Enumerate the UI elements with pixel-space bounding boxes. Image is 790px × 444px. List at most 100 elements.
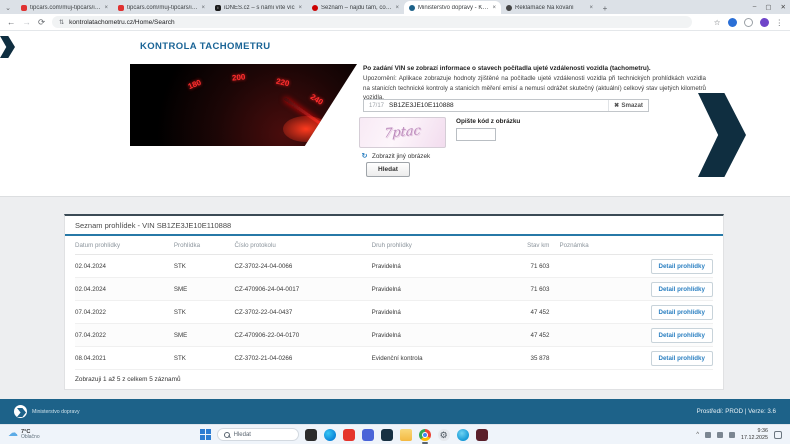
tab-reklamace[interactable]: Reklamace Na kování ×: [501, 1, 598, 14]
cell-type: Pravidelná: [371, 262, 401, 270]
maximize-button[interactable]: ▢: [765, 3, 771, 11]
address-bar[interactable]: ⇅ kontrolatachometru.cz/Home/Search: [52, 16, 693, 28]
detail-button[interactable]: Detail prohlídky: [650, 281, 713, 297]
results-table: Datum prohlídky Prohlídka Číslo protokol…: [65, 236, 723, 370]
captcha-input[interactable]: [456, 128, 496, 141]
tipcars-favicon: [21, 4, 27, 11]
extension-icon[interactable]: [727, 17, 737, 27]
cell-protocol: CZ-3702-22-04-0437: [234, 308, 293, 316]
tab-label: tipcars.com/muj-tipcars/inzer…: [30, 4, 102, 11]
tab-close-icon[interactable]: ×: [395, 5, 399, 11]
store-app-icon[interactable]: [380, 428, 393, 441]
battery-icon[interactable]: [729, 431, 736, 438]
tab-label: Reklamace Na kování: [515, 4, 574, 11]
cell-km: 71 603: [530, 285, 550, 293]
page-content: KONTROLA TACHOMETRU 180 200 220 240 260 …: [0, 31, 790, 400]
cell-date: 02.04.2024: [75, 285, 106, 293]
people-app-icon[interactable]: [361, 428, 374, 441]
cell-station: SME: [173, 331, 188, 339]
intro-block: Po zadání VIN se zobrazí informace o sta…: [363, 65, 706, 103]
cloud-icon: ☁: [8, 428, 18, 440]
tab-close-icon[interactable]: ×: [104, 5, 108, 11]
windows-start-icon[interactable]: [199, 429, 211, 440]
captcha-text: 7ptac: [383, 123, 422, 142]
tab-ministerstvo-active[interactable]: Ministerstvo dopravy - Kontro… ×: [404, 1, 501, 14]
app-icon-darkred[interactable]: [475, 428, 488, 441]
cell-type: Pravidelná: [371, 285, 401, 293]
taskbar-search[interactable]: Hledat: [216, 428, 299, 441]
search-icon: [223, 431, 230, 438]
search-placeholder: Hledat: [233, 431, 251, 438]
minimize-button[interactable]: –: [753, 3, 757, 10]
browser-app-icon[interactable]: [456, 428, 469, 441]
tab-close-icon[interactable]: ×: [201, 5, 205, 11]
cell-type: Pravidelná: [371, 331, 401, 339]
forward-icon[interactable]: →: [23, 17, 32, 27]
extensions-menu-icon[interactable]: [743, 17, 753, 27]
browser-tabstrip: ⌄ tipcars.com/muj-tipcars/inzer… × tipca…: [0, 0, 790, 14]
ministry-logo-text: Ministerstvo dopravy: [32, 408, 80, 415]
weather-desc: Oblačno: [21, 433, 40, 440]
notification-icon[interactable]: [774, 430, 782, 439]
vin-value: SB1ZE3JE10E110888: [389, 102, 454, 109]
tab-close-icon[interactable]: ×: [492, 5, 496, 11]
file-explorer-icon[interactable]: [399, 428, 412, 441]
vin-char-counter: 17/17: [369, 102, 385, 109]
back-icon[interactable]: ←: [7, 17, 16, 27]
settings-gear-icon[interactable]: ⚙: [437, 428, 450, 441]
tab-tipcars-2[interactable]: tipcars.com/muj-tipcars/inzer… ×: [113, 1, 210, 14]
volume-icon[interactable]: [717, 431, 724, 438]
weather-widget[interactable]: ☁ 7°C Oblačno: [8, 429, 40, 441]
edge-icon[interactable]: [323, 428, 336, 441]
tab-label: Ministerstvo dopravy - Kontro…: [418, 4, 490, 11]
cell-protocol: CZ-470906-24-04-0017: [234, 285, 300, 293]
mail-app-icon[interactable]: [342, 428, 355, 441]
detail-button[interactable]: Detail prohlídky: [650, 258, 713, 274]
refresh-captcha-link[interactable]: ↻ Zobrazit jiný obrázek: [360, 152, 431, 161]
tab-close-icon[interactable]: ×: [298, 5, 302, 11]
tab-idnes[interactable]: i iDNES.cz – s námi víte víc ×: [210, 1, 307, 14]
idnes-favicon: i: [215, 4, 221, 11]
table-header-row: Datum prohlídky Prohlídka Číslo protokol…: [75, 236, 713, 255]
detail-button[interactable]: Detail prohlídky: [650, 327, 713, 343]
clear-vin-button[interactable]: ✖ Smazat: [608, 100, 648, 111]
chrome-icon[interactable]: [418, 428, 431, 444]
tray-expand-icon[interactable]: ^: [696, 432, 699, 438]
site-info-icon[interactable]: ⇅: [59, 19, 64, 26]
col-type: Druh prohlídky: [371, 241, 412, 249]
cell-type: Pravidelná: [371, 308, 401, 316]
vin-input[interactable]: 17/17 SB1ZE3JE10E110888 ✖ Smazat: [363, 99, 649, 112]
tab-close-icon[interactable]: ×: [589, 5, 593, 11]
profile-avatar[interactable]: [759, 17, 769, 27]
cell-protocol: CZ-3702-21-04-0266: [234, 354, 293, 362]
close-window-button[interactable]: ✕: [781, 3, 786, 11]
network-icon[interactable]: [705, 431, 712, 438]
cell-km: 47 452: [530, 308, 550, 316]
search-button[interactable]: Hledat: [366, 162, 410, 177]
toolbar-right: ☆ ⋮: [714, 17, 784, 27]
app-icon-dark[interactable]: [304, 428, 317, 441]
table-row: 02.04.2024 STK CZ-3702-24-04-0066 Pravid…: [75, 255, 713, 278]
tab-search-icon[interactable]: ⌄: [0, 2, 16, 14]
dial-number: 260: [325, 115, 341, 132]
cell-date: 02.04.2024: [75, 262, 106, 270]
bookmark-star-icon[interactable]: ☆: [714, 18, 721, 27]
intro-bold-text: Po zadání VIN se zobrazí informace o sta…: [363, 65, 651, 72]
detail-button[interactable]: Detail prohlídky: [650, 350, 713, 366]
new-tab-button[interactable]: +: [598, 2, 612, 14]
tab-seznam[interactable]: Seznam – najdu tam, co nezn… ×: [307, 1, 404, 14]
taskbar-clock[interactable]: 9:36 17.12.2025: [741, 428, 768, 440]
reload-icon[interactable]: ⟳: [38, 17, 45, 28]
taskbar-center: Hledat ⚙: [199, 428, 488, 444]
col-station: Prohlídka: [173, 241, 201, 249]
clock-date: 17.12.2025: [741, 434, 768, 441]
windows-taskbar: ☁ 7°C Oblačno Hledat ⚙ ^ 9:36 17.12.2025: [0, 424, 790, 444]
detail-button[interactable]: Detail prohlídky: [650, 304, 713, 320]
dial-number: 220: [275, 76, 291, 89]
page-title: KONTROLA TACHOMETRU: [140, 41, 271, 52]
ministry-favicon: [409, 4, 415, 11]
cell-station: STK: [173, 308, 186, 316]
menu-dots-icon[interactable]: ⋮: [776, 18, 784, 27]
cell-protocol: CZ-3702-24-04-0066: [234, 262, 293, 270]
tab-tipcars-1[interactable]: tipcars.com/muj-tipcars/inzer… ×: [16, 1, 113, 14]
